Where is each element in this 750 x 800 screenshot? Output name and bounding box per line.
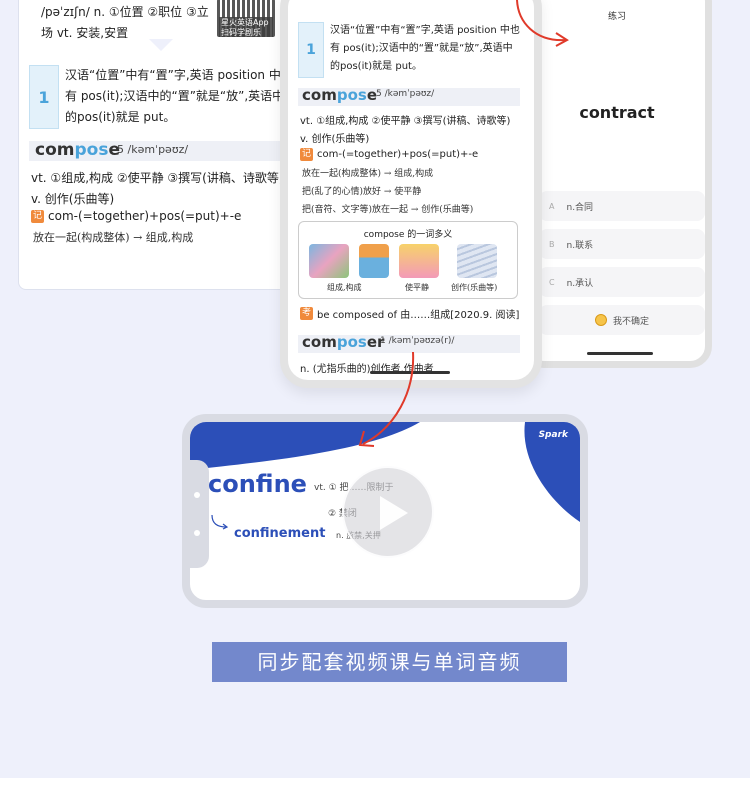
video-word-derivative: confinement bbox=[234, 526, 326, 541]
brand-logo: Spark bbox=[538, 430, 568, 440]
word-headword: compose 5 /kəmˈpəʊz/ bbox=[298, 86, 520, 106]
qr-code-label: 星火英语App 扫码学剧乐 bbox=[219, 17, 273, 37]
home-indicator[interactable] bbox=[370, 371, 450, 374]
handwritten-note: 把(音符、文字等)放在一起 → 创作(乐曲等) bbox=[302, 205, 474, 215]
exam-tip: 考 be composed of 由……组成[2020.9. 阅读] bbox=[300, 306, 519, 321]
music-score-illustration bbox=[457, 244, 497, 278]
etymology-note: 1 汉语“位置”中有“置”字,英语 position 中也有 pos(it);汉… bbox=[298, 22, 520, 80]
book-page-card: /pəˈzɪʃn/ n. ①位置 ②职位 ③立 场 vt. 安装,安置 星火英语… bbox=[18, 0, 318, 290]
home-indicator[interactable] bbox=[587, 352, 653, 355]
handwritten-note: 把(乱了的心情)放好 → 使平静 bbox=[302, 187, 422, 197]
illustration-caption: 组成,构成 bbox=[327, 283, 362, 292]
house-illustration bbox=[359, 244, 389, 278]
illustration-caption: 使平静 bbox=[405, 283, 429, 292]
callout-tip bbox=[149, 39, 173, 51]
note-text: 汉语“位置”中有“置”字,英语 position 中也有 pos(it);汉语中… bbox=[65, 68, 293, 124]
definition: vt. ①组成,构成 ②使平静 ③撰写(讲稿、诗歌等) bbox=[300, 116, 511, 127]
phonetic: 1 /kəmˈpəʊzə(r)/ bbox=[380, 336, 455, 346]
video-word: confine bbox=[208, 470, 307, 498]
memory-tip: 记 com-(=together)+pos(=put)+-e bbox=[31, 209, 241, 223]
handwritten-note: 放在一起(构成整体) → 组成,构成 bbox=[302, 169, 434, 179]
memory-icon: 记 bbox=[31, 209, 44, 223]
girls-illustration bbox=[399, 244, 439, 278]
headword: composer bbox=[302, 333, 385, 351]
quiz-word: contract bbox=[579, 103, 655, 122]
illustration-caption: 创作(乐曲等) bbox=[451, 283, 498, 292]
definition: v. 创作(乐曲等) bbox=[31, 192, 115, 206]
exam-icon: 考 bbox=[300, 307, 313, 320]
note-number: 1 bbox=[298, 22, 324, 78]
handwritten-note: 放在一起(构成整体) → 组成,构成 bbox=[33, 231, 194, 244]
memory-icon: 记 bbox=[300, 148, 313, 161]
option-a[interactable]: A n.合同 bbox=[539, 191, 705, 221]
phonetic: 5 /kəmˈpəʊz/ bbox=[117, 143, 189, 156]
book-entry-line: /pəˈzɪʃn/ n. ①位置 ②职位 ③立 bbox=[41, 5, 209, 19]
book-entry-line: 场 vt. 安装,安置 bbox=[41, 26, 129, 40]
memory-tip: 记 com-(=together)+pos(=put)+-e bbox=[300, 148, 478, 161]
memory-text: com-(=together)+pos(=put)+-e bbox=[48, 209, 242, 223]
option-b[interactable]: B n.联系 bbox=[539, 229, 705, 259]
curved-arrow-icon bbox=[211, 514, 229, 530]
note-number: 1 bbox=[29, 65, 59, 129]
quiz-title: 练习 bbox=[607, 12, 626, 22]
phone-notch bbox=[190, 460, 209, 568]
play-button[interactable] bbox=[342, 466, 434, 558]
feature-caption: 同步配套视频课与单词音频 bbox=[212, 642, 567, 682]
unsure-button[interactable]: 我不确定 bbox=[539, 305, 705, 335]
memory-text: com-(=together)+pos(=put)+-e bbox=[317, 149, 479, 160]
etymology-note: 1 汉语“位置”中有“置”字,英语 position 中也有 pos(it);汉… bbox=[29, 65, 299, 131]
definition: vt. ①组成,构成 ②使平静 ③撰写(讲稿、诗歌等) bbox=[31, 171, 284, 185]
note-text: 汉语“位置”中有“置”字,英语 position 中也有 pos(it);汉语中… bbox=[330, 25, 520, 72]
smile-icon bbox=[594, 314, 607, 326]
exam-text: be composed of 由……组成[2020.9. 阅读] bbox=[317, 310, 520, 321]
word-headword: compose 5 /kəmˈpəʊz/ bbox=[29, 140, 291, 161]
book-phone: 1 汉语“位置”中有“置”字,英语 position 中也有 pos(it);汉… bbox=[280, 0, 542, 388]
quiz-phone: 练习 contract A n.合同 B n.联系 C n.承认 我不确定 bbox=[522, 0, 712, 368]
blocks-illustration bbox=[309, 244, 349, 278]
illustration-title: compose 的一词多义 bbox=[363, 230, 453, 240]
play-icon bbox=[380, 496, 408, 530]
headword: compose bbox=[302, 86, 377, 104]
word-headword: composer 1 /kəmˈpəʊzə(r)/ bbox=[298, 333, 520, 353]
polysemy-illustration: compose 的一词多义 组成,构成 使平静 创作(乐曲等) bbox=[298, 221, 518, 299]
headword: compose bbox=[35, 140, 120, 160]
video-phone: Spark confine vt. ① 把……限制于 ② 禁闭 confinem… bbox=[182, 414, 588, 608]
option-c[interactable]: C n.承认 bbox=[539, 267, 705, 297]
definition: v. 创作(乐曲等) bbox=[300, 134, 370, 145]
phonetic: 5 /kəmˈpəʊz/ bbox=[376, 89, 435, 99]
